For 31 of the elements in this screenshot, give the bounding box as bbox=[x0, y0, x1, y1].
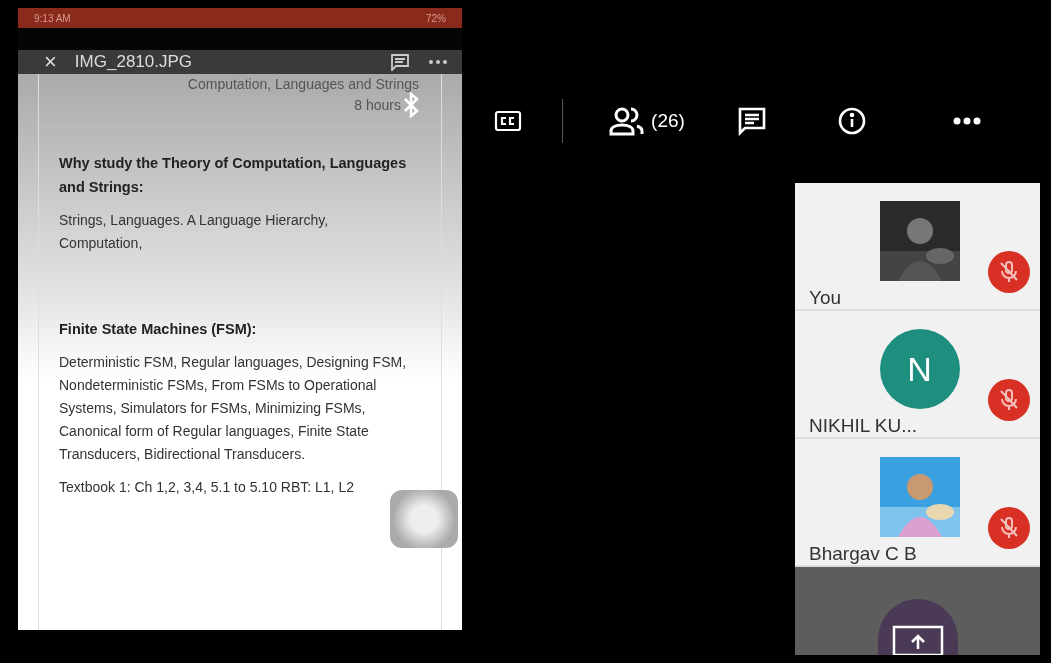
info-icon bbox=[837, 106, 867, 136]
module-duration: 8 hours bbox=[354, 97, 401, 113]
chat-icon bbox=[737, 106, 767, 136]
mic-off-icon bbox=[999, 261, 1019, 283]
bluetooth-icon bbox=[403, 92, 419, 118]
participant-name: You bbox=[809, 287, 842, 309]
module-heading: Computation, Languages and Strings bbox=[187, 76, 419, 92]
people-icon bbox=[609, 106, 646, 136]
more-icon bbox=[952, 117, 982, 125]
participant-name: NIKHIL KU... bbox=[809, 415, 918, 437]
present-screen-button[interactable] bbox=[877, 599, 958, 655]
section-text: Strings, Languages. A Language Hierarchy, Computation, bbox=[59, 211, 330, 253]
textbook-note: Textbook 1: Ch 1,2, 3,4, 5.1 to 5.10 RBT: L1, L2 bbox=[59, 478, 355, 497]
section-text: Deterministic FSM, Regular languages, Designing FSM, Nondeterministic FSMs, From FSMs to Operational Systems, Simulators for FSMs, Minimizing FSMs, Canonical form of Regular languages, Finite State Transducers, Bidirectional Transducers. bbox=[59, 353, 408, 464]
mic-off-icon bbox=[999, 517, 1019, 539]
participant-name: Bhargav C B bbox=[809, 543, 917, 565]
battery-level: 72% bbox=[426, 12, 446, 24]
participants-button[interactable]: (26) bbox=[587, 106, 707, 136]
participant-tile[interactable]: N NIKHIL KU... bbox=[795, 311, 1040, 439]
status-time: 9:13 AM bbox=[34, 12, 71, 24]
avatar: N bbox=[879, 329, 960, 409]
more-icon[interactable] bbox=[428, 59, 448, 65]
participant-tile[interactable]: You bbox=[795, 183, 1040, 311]
close-button[interactable]: × bbox=[44, 51, 57, 73]
comment-icon[interactable] bbox=[390, 53, 410, 71]
mic-off-icon bbox=[999, 389, 1019, 411]
section-title: Why study the Theory of Computation, Languages and Strings: bbox=[59, 154, 408, 197]
section-title: Finite State Machines (FSM): bbox=[59, 320, 258, 339]
participant-tile[interactable]: Bhargav C B bbox=[795, 439, 1040, 567]
upload-screen-icon bbox=[891, 625, 944, 655]
file-title: IMG_2810.JPG bbox=[74, 52, 194, 72]
